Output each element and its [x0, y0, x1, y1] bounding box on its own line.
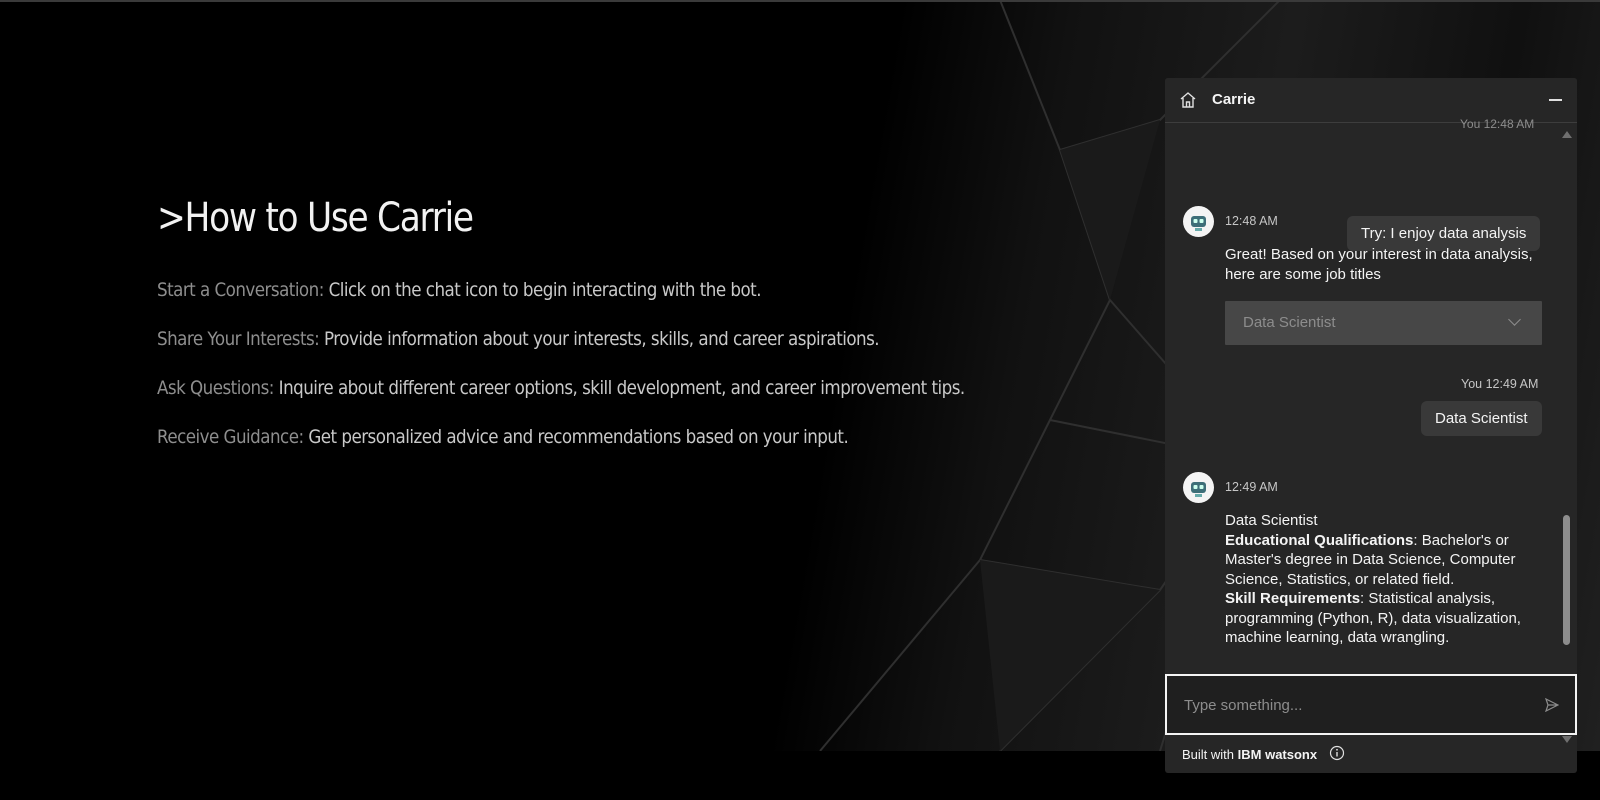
- bot-timestamp: 12:48 AM: [1225, 214, 1278, 228]
- instruction-text: Provide information about your interests…: [319, 328, 880, 350]
- chat-window: Carrie You 12:48 AM Try: I enjoy data an…: [1165, 78, 1577, 773]
- job-title-dropdown[interactable]: Data Scientist: [1225, 301, 1542, 345]
- bot-message-text: Great! Based on your interest in data an…: [1225, 246, 1533, 283]
- scrollbar-thumb[interactable]: [1563, 515, 1570, 645]
- user-message-label: You 12:48 AM: [1460, 117, 1535, 131]
- instruction-text: Inquire about different career options, …: [273, 377, 966, 399]
- message-list[interactable]: You 12:48 AM Try: I enjoy data analysis …: [1165, 117, 1577, 751]
- detail-label: Educational Qualifications: [1225, 531, 1414, 549]
- message-input[interactable]: [1182, 693, 1526, 717]
- instruction-text: Click on the chat icon to begin interact…: [323, 279, 762, 301]
- user-message-bubble: Data Scientist: [1421, 401, 1542, 436]
- instruction-receive-guidance: Receive Guidance: Get personalized advic…: [157, 424, 975, 451]
- robot-avatar-icon: [1183, 472, 1214, 503]
- bot-career-details: Data Scientist Educational Qualification…: [1225, 511, 1543, 648]
- career-detail-line: Educational Qualifications: Bachelor's o…: [1225, 531, 1543, 590]
- footer-brand: IBM watsonx: [1237, 747, 1318, 762]
- instruction-share-interests: Share Your Interests: Provide informatio…: [157, 326, 975, 353]
- dropdown-selected-value: Data Scientist: [1243, 314, 1336, 331]
- detail-label: Skill Requirements: [1225, 590, 1361, 607]
- minimize-icon[interactable]: [1549, 99, 1562, 101]
- career-detail-line: Skill Requirements: Statistical analysis…: [1225, 589, 1543, 648]
- info-icon[interactable]: [1329, 745, 1345, 761]
- instruction-key: Ask Questions:: [157, 377, 274, 399]
- scroll-up-arrow-icon[interactable]: [1562, 131, 1572, 138]
- top-border: [0, 0, 1600, 2]
- page-title: >How to Use Carrie: [157, 195, 474, 241]
- home-icon[interactable]: [1179, 91, 1197, 109]
- instruction-start-conversation: Start a Conversation: Click on the chat …: [157, 277, 975, 304]
- chat-title: Carrie: [1212, 91, 1256, 108]
- chevron-down-icon: [1508, 313, 1521, 326]
- instruction-key: Start a Conversation:: [157, 279, 324, 301]
- footer-prefix: Built with: [1182, 747, 1238, 762]
- scroll-down-arrow-icon[interactable]: [1562, 736, 1572, 743]
- message-input-box[interactable]: [1165, 674, 1577, 735]
- instruction-key: Share Your Interests:: [157, 328, 320, 350]
- instruction-text: Get personalized advice and recommendati…: [303, 426, 849, 448]
- send-icon[interactable]: [1545, 698, 1559, 712]
- career-heading: Data Scientist: [1225, 512, 1318, 529]
- how-to-section: >How to Use Carrie Start a Conversation:…: [157, 195, 977, 473]
- bot-timestamp: 12:49 AM: [1225, 480, 1278, 494]
- built-with-footer: Built with IBM watsonx: [1182, 747, 1317, 762]
- robot-avatar-icon: [1183, 206, 1214, 237]
- user-message-label: You 12:49 AM: [1461, 377, 1539, 391]
- instruction-key: Receive Guidance:: [157, 426, 304, 448]
- instruction-ask-questions: Ask Questions: Inquire about different c…: [157, 375, 975, 402]
